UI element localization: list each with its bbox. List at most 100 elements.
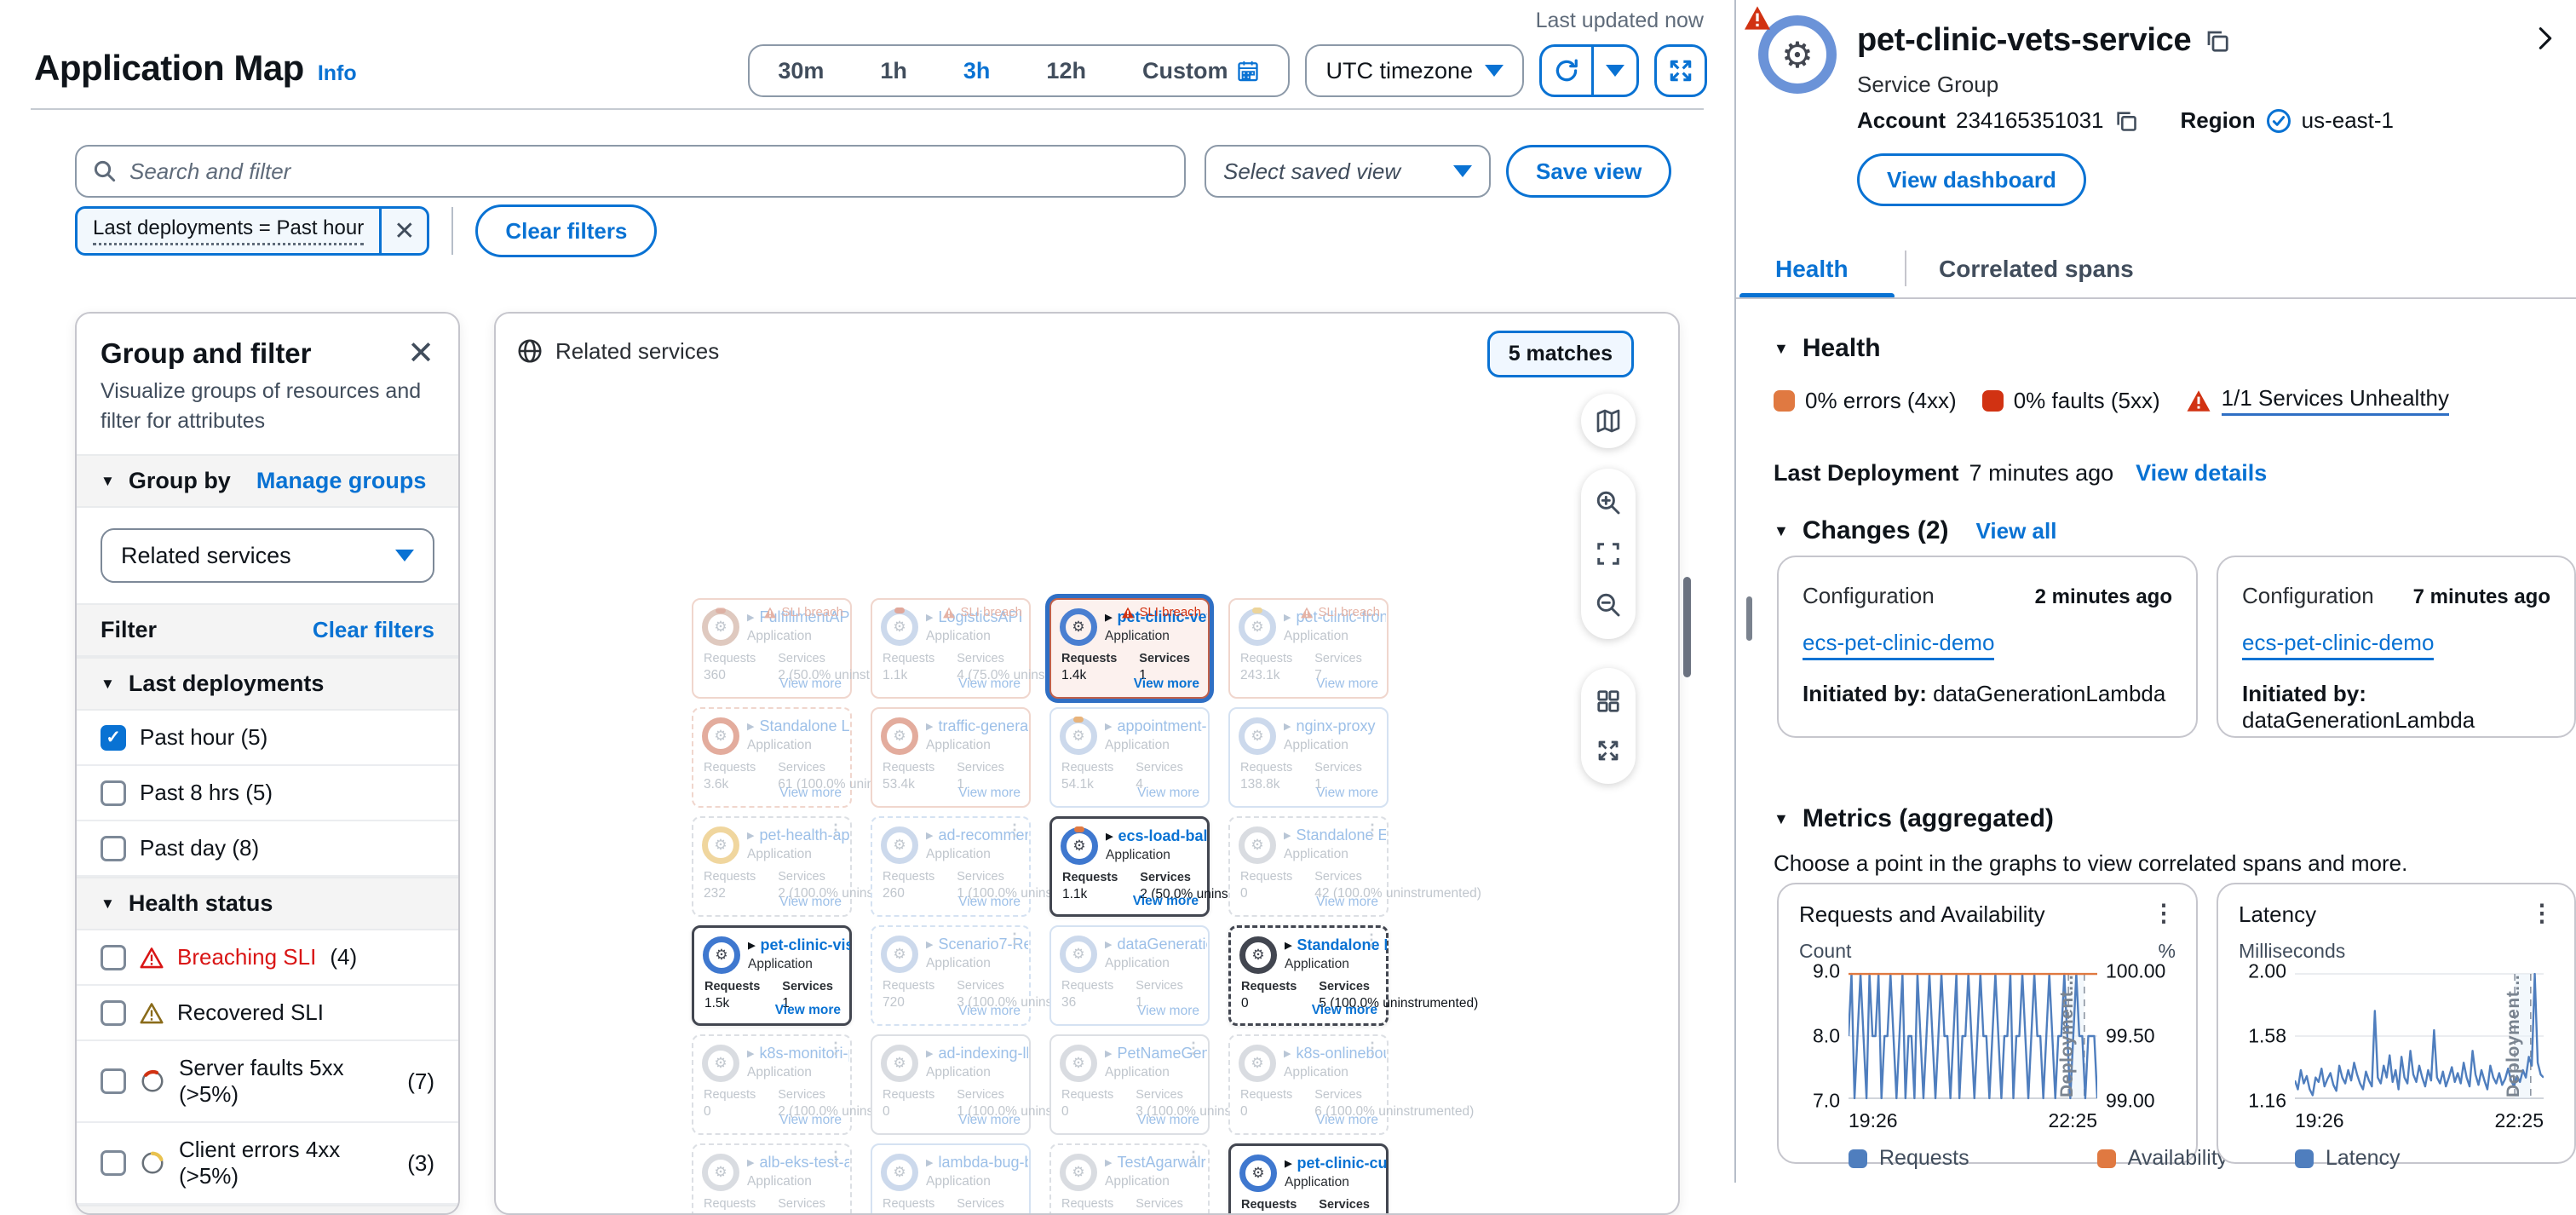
checkbox[interactable] xyxy=(101,1068,126,1094)
view-more-link[interactable]: View more xyxy=(958,895,1021,910)
view-more-link[interactable]: View more xyxy=(958,1113,1021,1128)
changes-section-header[interactable]: ▼ Changes (2) View all xyxy=(1774,516,2056,545)
manage-groups-link[interactable]: Manage groups xyxy=(256,468,427,494)
save-view-button[interactable]: Save view xyxy=(1506,145,1671,198)
requests-and-availability-plot[interactable]: Deployment... xyxy=(1849,971,2097,1101)
view-more-link[interactable]: View more xyxy=(779,895,842,910)
view-more-link[interactable]: View more xyxy=(1133,894,1199,909)
service-name[interactable]: ▶appointment-service-g... xyxy=(1105,717,1207,735)
view-more-link[interactable]: View more xyxy=(958,1004,1021,1019)
latency-plot[interactable]: Deployment... xyxy=(2295,971,2544,1101)
checkbox[interactable] xyxy=(101,780,126,806)
service-card-traffic-generator[interactable]: ⚙▶traffic-generatorApplicationRequests53… xyxy=(871,707,1031,808)
copy-icon[interactable] xyxy=(2205,28,2230,54)
filter-option-row[interactable]: Recovered SLI xyxy=(77,986,458,1041)
service-card-pet-clinic-frontend-java[interactable]: SLI breach⚙▶pet-clinic-frontend-javaAppl… xyxy=(1228,598,1389,699)
chart-menu-icon[interactable]: ⋮ xyxy=(2152,901,2176,925)
service-card-pet-clinic-customers-s[interactable]: ⚙▶pet-clinic-customers-s...ApplicationRe… xyxy=(1228,1143,1389,1215)
grid-layout-icon[interactable] xyxy=(1596,688,1621,714)
view-more-link[interactable]: View more xyxy=(1316,677,1378,692)
change-resource-link[interactable]: ecs-pet-clinic-demo xyxy=(1803,630,1994,660)
service-card-ad-recommendation-lb[interactable]: ⋮⚙▶ad-recommendation-lbApplicationReques… xyxy=(871,816,1031,917)
refresh-options-button[interactable] xyxy=(1594,47,1636,95)
remove-filter-icon[interactable]: ✕ xyxy=(379,209,427,253)
filter-option-row[interactable]: Client errors 4xx (>5%)(3) xyxy=(77,1123,458,1205)
service-card-StandaloneEKS[interactable]: ⋮⚙▶Standalone EKSApplicationRequests0Ser… xyxy=(1228,816,1389,917)
card-menu-icon[interactable]: ⋮ xyxy=(1007,821,1022,839)
service-card-ad-indexing-lb[interactable]: ⚙▶ad-indexing-lbApplicationRequests0Serv… xyxy=(871,1034,1031,1135)
timezone-dropdown[interactable]: UTC timezone xyxy=(1305,44,1524,97)
filter-option-row[interactable]: Past 8 hrs (5) xyxy=(77,766,458,821)
clear-filters-button[interactable]: Clear filters xyxy=(475,204,657,257)
change-card[interactable]: Configuration 2 minutes ago ecs-pet-clin… xyxy=(1777,556,2198,738)
metrics-section-header[interactable]: ▼ Metrics (aggregated) xyxy=(1774,804,2054,833)
filter-section-platform[interactable]: ▼Platform xyxy=(77,1205,458,1215)
view-more-link[interactable]: View more xyxy=(1137,786,1199,801)
service-name[interactable]: ▶pet-clinic-visits-service xyxy=(748,936,850,954)
time-range-12h[interactable]: 12h xyxy=(1018,46,1114,95)
view-more-link[interactable]: View more xyxy=(1316,786,1378,801)
service-card-FulfillmentAPI[interactable]: SLI breach⚙▶FulfillmentAPIApplicationReq… xyxy=(692,598,852,699)
service-card-dataGenerationLambda[interactable]: ⚙▶dataGenerationLambdaApplicationRequest… xyxy=(1049,925,1210,1026)
fit-view-icon[interactable] xyxy=(1596,541,1621,567)
service-name[interactable]: ▶traffic-generator xyxy=(926,717,1028,735)
view-more-link[interactable]: View more xyxy=(1137,1113,1199,1128)
group-by-select[interactable]: Related services xyxy=(101,528,434,583)
card-menu-icon[interactable]: ⋮ xyxy=(1007,930,1022,948)
service-name[interactable]: ▶pet-clinic-customers-s... xyxy=(1285,1155,1387,1172)
view-dashboard-button[interactable]: View dashboard xyxy=(1857,153,2086,206)
zoom-in-icon[interactable] xyxy=(1595,489,1622,516)
service-card-pet-clinic-vets-service[interactable]: SLI breach⚙▶pet-clinic-vets-serviceAppli… xyxy=(1049,598,1210,699)
time-range-custom[interactable]: Custom xyxy=(1114,46,1289,95)
view-more-link[interactable]: View more xyxy=(958,677,1021,692)
tab-correlated-spans[interactable]: Correlated spans xyxy=(1939,256,2134,283)
card-menu-icon[interactable]: ⋮ xyxy=(1364,931,1379,949)
view-more-link[interactable]: View more xyxy=(1134,677,1199,692)
zoom-out-icon[interactable] xyxy=(1595,591,1622,619)
card-menu-icon[interactable]: ⋮ xyxy=(1365,821,1380,839)
search-box[interactable] xyxy=(75,145,1186,198)
filter-chip[interactable]: Last deployments = Past hour ✕ xyxy=(75,206,429,256)
view-more-link[interactable]: View more xyxy=(958,786,1021,801)
service-card-pet-clinic-visits-service[interactable]: ⚙▶pet-clinic-visits-serviceApplicationRe… xyxy=(692,925,852,1026)
view-more-link[interactable]: View more xyxy=(779,786,842,801)
filter-option-row[interactable]: Past day (8) xyxy=(77,821,458,877)
service-card-PetNameGenerator[interactable]: ⋮⚙▶PetNameGeneratorApplicationRequests0S… xyxy=(1049,1034,1210,1135)
search-input[interactable] xyxy=(129,158,1169,185)
tab-health[interactable]: Health xyxy=(1775,256,1849,283)
time-range-1h[interactable]: 1h xyxy=(852,46,935,95)
filter-option-row[interactable]: Server faults 5xx (>5%)(7) xyxy=(77,1041,458,1123)
panel-clear-filters-link[interactable]: Clear filters xyxy=(313,617,434,643)
time-range-30m[interactable]: 30m xyxy=(750,46,852,95)
service-name[interactable]: ▶nginx-proxy xyxy=(1284,717,1376,735)
filter-section-last-deployments[interactable]: ▼Last deployments xyxy=(77,657,458,711)
checkbox[interactable] xyxy=(101,945,126,970)
checkbox[interactable] xyxy=(101,836,126,861)
matches-badge[interactable]: 5 matches xyxy=(1487,331,1634,377)
health-section-header[interactable]: ▼ Health xyxy=(1774,334,1881,363)
scrollbar-thumb[interactable] xyxy=(1746,596,1752,641)
saved-view-dropdown[interactable]: Select saved view xyxy=(1205,145,1491,198)
fullscreen-button[interactable] xyxy=(1654,44,1707,97)
card-menu-icon[interactable]: ⋮ xyxy=(828,821,843,839)
filter-section-health-status[interactable]: ▼Health status xyxy=(77,877,458,930)
copy-icon[interactable] xyxy=(2114,109,2138,133)
view-details-link[interactable]: View details xyxy=(2136,460,2267,487)
view-more-link[interactable]: View more xyxy=(1137,1004,1199,1019)
filter-option-row[interactable]: Breaching SLI(4) xyxy=(77,930,458,986)
service-name[interactable]: ▶lambda-bug-bash xyxy=(926,1154,1028,1172)
services-unhealthy-link[interactable]: 1/1 Services Unhealthy xyxy=(2222,385,2449,416)
view-more-link[interactable]: View more xyxy=(779,677,842,692)
change-card[interactable]: Configuration 7 minutes ago ecs-pet-clin… xyxy=(2217,556,2576,738)
card-menu-icon[interactable]: ⋮ xyxy=(828,1039,843,1057)
view-more-link[interactable]: View more xyxy=(1312,1003,1377,1018)
card-menu-icon[interactable]: ⋮ xyxy=(828,1149,843,1166)
card-menu-icon[interactable]: ⋮ xyxy=(1186,1039,1201,1057)
service-name[interactable]: ▶ecs-load-balancer xyxy=(1106,827,1208,845)
minimap-toggle-button[interactable] xyxy=(1581,394,1636,448)
service-card-Scenario7-RegisterNe[interactable]: ⋮⚙▶Scenario7-RegisterNe...ApplicationReq… xyxy=(871,925,1031,1026)
checkbox[interactable]: ✓ xyxy=(101,725,126,751)
scrollbar-thumb[interactable] xyxy=(1683,577,1691,677)
checkbox[interactable] xyxy=(101,1000,126,1026)
service-name[interactable]: ▶ad-indexing-lb xyxy=(926,1045,1028,1062)
